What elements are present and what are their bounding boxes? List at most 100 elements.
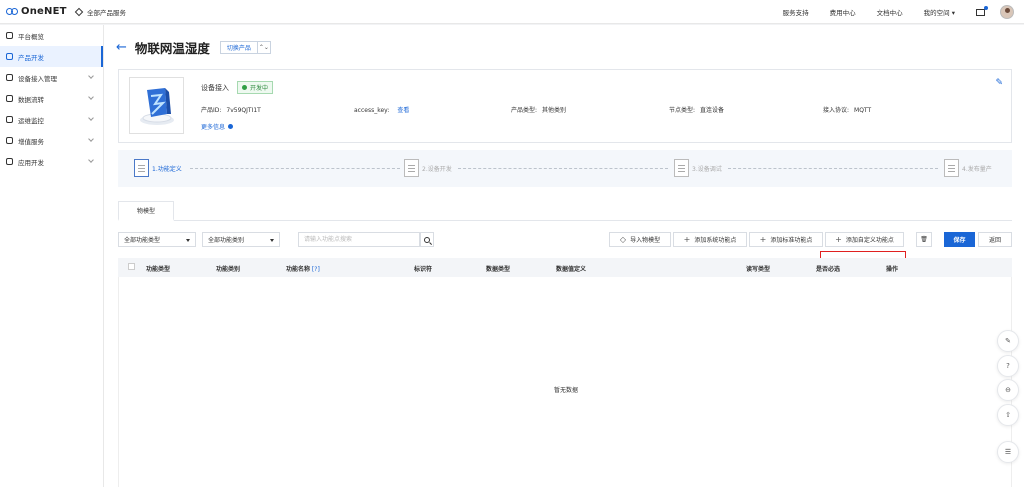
- step-function-definition[interactable]: 1.功能定义: [134, 159, 182, 177]
- nav-billing[interactable]: 费用中心: [830, 7, 856, 17]
- code-icon: [6, 158, 13, 165]
- step-release[interactable]: 4.发布量产: [944, 159, 992, 177]
- search-input[interactable]: [299, 233, 419, 246]
- debug-icon: [674, 159, 689, 177]
- category-value: 其他类别: [542, 107, 567, 114]
- float-upload-button[interactable]: ⇧: [997, 404, 1019, 426]
- chevron-updown-icon: ⌃⌄: [256, 42, 269, 53]
- progress-steps: 1.功能定义 2.设备开发 3.设备调试 4.发布量产: [118, 150, 1012, 187]
- nav-service-support[interactable]: 服务支持: [783, 7, 809, 17]
- sidebar-item-label: 平台概览: [18, 32, 44, 41]
- product-device-icon: [139, 87, 174, 125]
- sidebar: 平台概览 产品开发 设备接入管理 数据流转 运维监控 增值服务 应用开发: [0, 25, 104, 487]
- category-field: 产品类型: 其他类别: [511, 105, 566, 114]
- button-label: 添加系统功能点: [694, 237, 737, 244]
- empty-state-text: 暂无数据: [553, 387, 578, 394]
- chevron-down-icon: [88, 115, 94, 121]
- step-connector: [190, 168, 400, 169]
- access-key-field: access_key: 查看: [354, 105, 409, 114]
- sidebar-item-label: 产品开发: [18, 53, 44, 62]
- nav-docs[interactable]: 文档中心: [877, 7, 903, 17]
- product-id-label: 产品ID:: [201, 107, 222, 114]
- help-icon[interactable]: [?]: [310, 266, 320, 273]
- step-label: 3.设备调试: [692, 165, 722, 173]
- chevron-down-icon: [88, 73, 94, 79]
- caret-down-icon: [186, 239, 190, 242]
- product-image: [129, 77, 184, 134]
- sidebar-item-app-dev[interactable]: 应用开发: [0, 151, 103, 172]
- check-circle-icon: [242, 85, 247, 90]
- device-dev-icon: [404, 159, 419, 177]
- category-label: 产品类型:: [511, 107, 538, 114]
- service-icon: [6, 137, 13, 144]
- sidebar-item-value-added[interactable]: 增值服务: [0, 130, 103, 151]
- chevron-down-icon: [88, 136, 94, 142]
- product-info-card: 设备接入 开发中 产品ID: 7v59QJTI1T access_key: 查看 产…: [118, 69, 1012, 143]
- avatar[interactable]: [1000, 5, 1014, 19]
- function-type-select[interactable]: 全部功能类型: [118, 232, 196, 247]
- tab-thing-model[interactable]: 物模型: [118, 201, 174, 221]
- add-standard-function-button[interactable]: + 添加标准功能点: [749, 232, 823, 247]
- save-button[interactable]: 保存: [944, 232, 975, 247]
- plus-icon: +: [835, 234, 842, 244]
- sidebar-item-ops-monitor[interactable]: 运维监控: [0, 109, 103, 130]
- col-data-value-def: 数据值定义: [556, 266, 587, 273]
- sidebar-item-product-dev[interactable]: 产品开发: [0, 46, 103, 67]
- add-system-function-button[interactable]: + 添加系统功能点: [673, 232, 747, 247]
- top-nav: 服务支持 费用中心 文档中心 我的空间 ▾: [783, 0, 1024, 24]
- sidebar-item-label: 设备接入管理: [18, 74, 57, 83]
- step-device-debug[interactable]: 3.设备调试: [674, 159, 722, 177]
- sidebar-item-data-flow[interactable]: 数据流转: [0, 88, 103, 109]
- product-id-value: 7v59QJTI1T: [226, 107, 261, 114]
- more-info-link[interactable]: 更多信息: [201, 122, 234, 131]
- flow-icon: [6, 95, 13, 102]
- col-identifier: 标识符: [414, 266, 433, 273]
- col-rw-type: 读写类型: [746, 266, 771, 273]
- col-actions: 操作: [886, 266, 899, 273]
- nav-my-space[interactable]: 我的空间 ▾: [924, 7, 955, 17]
- float-minus-button[interactable]: ⊖: [997, 379, 1019, 401]
- float-menu-button[interactable]: ☰: [997, 441, 1019, 463]
- switch-product-label: 切换产品: [226, 45, 251, 52]
- button-label: 导入物模型: [630, 237, 661, 244]
- help-icon: ?: [1006, 362, 1010, 370]
- step-device-dev[interactable]: 2.设备开发: [404, 159, 452, 177]
- main-content: ← 物联网温湿度 切换产品 ⌃⌄ 设备接入 开发中 产品ID: 7v59QJTI1…: [104, 25, 1024, 487]
- switch-product-dropdown[interactable]: 切换产品 ⌃⌄: [219, 41, 271, 54]
- home-icon: [6, 32, 13, 39]
- chevron-down-icon: [88, 94, 94, 100]
- sidebar-item-overview[interactable]: 平台概览: [0, 25, 103, 46]
- node-type-field: 节点类型: 直连设备: [669, 105, 724, 114]
- add-custom-function-button[interactable]: + 添加自定义功能点: [825, 232, 904, 247]
- button-label: 添加自定义功能点: [845, 237, 894, 244]
- all-products-menu[interactable]: 全部产品服务: [74, 7, 126, 17]
- float-help-button[interactable]: ?: [997, 355, 1019, 377]
- status-badge: 开发中: [237, 81, 274, 94]
- import-model-button[interactable]: ◇ 导入物模型: [609, 232, 671, 247]
- node-type-value: 直连设备: [700, 107, 725, 114]
- status-text: 开发中: [250, 85, 269, 92]
- table-body: 暂无数据: [118, 277, 1012, 487]
- delete-button[interactable]: 🗑: [916, 232, 932, 247]
- mail-icon[interactable]: [976, 5, 988, 16]
- function-category-select[interactable]: 全部功能类别: [202, 232, 280, 247]
- chevron-down-icon: [88, 157, 94, 163]
- select-all-checkbox[interactable]: [128, 263, 135, 270]
- step-label: 4.发布量产: [962, 165, 992, 173]
- return-button[interactable]: 返回: [978, 232, 1012, 247]
- edit-pencil-icon[interactable]: ✎: [995, 78, 1003, 88]
- search-button[interactable]: [420, 232, 434, 247]
- sidebar-item-device-access[interactable]: 设备接入管理: [0, 67, 103, 88]
- menu-icon: ☰: [1004, 448, 1012, 456]
- chevron-down-circle-icon: [228, 124, 234, 129]
- onenet-logo[interactable]: OneNET: [0, 6, 70, 17]
- search-icon: [424, 236, 430, 243]
- col-function-category: 功能类别: [216, 266, 241, 273]
- back-arrow-icon[interactable]: ←: [116, 41, 127, 54]
- col-function-type: 功能类型: [146, 266, 171, 273]
- access-key-view-link[interactable]: 查看: [397, 107, 409, 114]
- sidebar-item-label: 增值服务: [18, 137, 44, 146]
- plus-icon: +: [759, 234, 767, 244]
- float-edit-button[interactable]: ✎: [997, 330, 1019, 352]
- info-header: 设备接入 开发中: [201, 81, 274, 94]
